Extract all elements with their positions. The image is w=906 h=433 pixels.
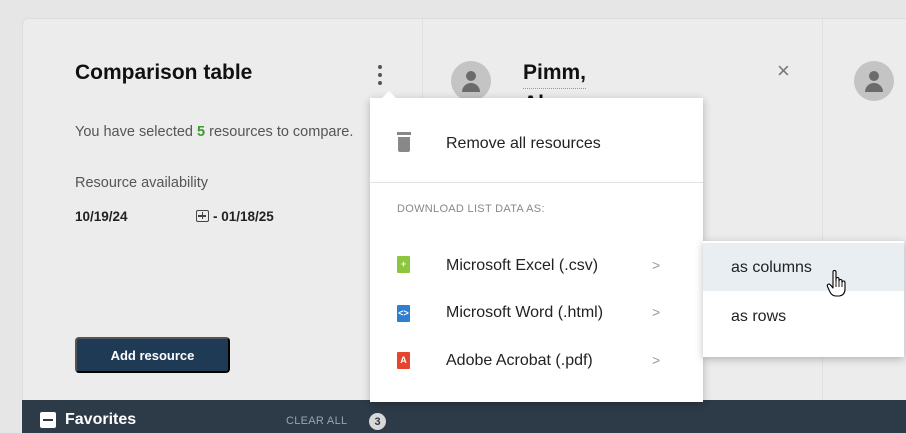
add-resource-button[interactable]: Add resource xyxy=(75,337,230,373)
menu-divider xyxy=(370,182,703,183)
start-date[interactable]: 10/19/24 xyxy=(75,209,128,224)
menu-item-pdf[interactable]: Adobe Acrobat (.pdf) xyxy=(446,352,593,370)
submenu-item-columns[interactable]: as columns xyxy=(731,259,812,277)
calendar-icon[interactable] xyxy=(196,210,209,222)
resource-name[interactable]: Pimm, xyxy=(523,61,587,89)
submenu-item-rows[interactable]: as rows xyxy=(731,308,786,326)
availability-label: Resource availability xyxy=(75,175,208,191)
excel-file-icon: + xyxy=(397,256,410,273)
download-header: DOWNLOAD LIST DATA AS: xyxy=(397,203,545,215)
dropdown-arrow xyxy=(381,91,397,99)
hand-cursor-icon xyxy=(826,270,846,297)
remove-all-resources-item[interactable]: Remove all resources xyxy=(446,135,601,153)
avatar-partial xyxy=(854,61,894,101)
menu-item-excel[interactable]: Microsoft Excel (.csv) xyxy=(446,257,598,275)
chevron-right-icon: > xyxy=(652,257,661,273)
favorites-label[interactable]: Favorites xyxy=(65,411,136,429)
page-title: Comparison table xyxy=(75,61,253,84)
favorites-bar xyxy=(22,400,906,433)
menu-item-word[interactable]: Microsoft Word (.html) xyxy=(446,304,603,322)
close-icon[interactable]: × xyxy=(777,60,790,82)
clear-all-link[interactable]: CLEAR ALL xyxy=(286,415,347,427)
end-date[interactable]: - 01/18/25 xyxy=(213,209,274,224)
collapse-icon[interactable] xyxy=(40,412,56,428)
chevron-right-icon: > xyxy=(652,304,661,320)
trash-icon[interactable] xyxy=(397,132,411,152)
favorites-count-badge: 3 xyxy=(369,413,386,430)
selection-summary: You have selected 5 resources to compare… xyxy=(75,124,354,140)
selected-count: 5 xyxy=(197,124,206,140)
chevron-right-icon: > xyxy=(652,352,661,368)
more-options-icon[interactable] xyxy=(375,63,385,87)
pdf-file-icon: A xyxy=(397,352,410,369)
avatar xyxy=(451,61,491,101)
word-file-icon: <> xyxy=(397,305,410,322)
